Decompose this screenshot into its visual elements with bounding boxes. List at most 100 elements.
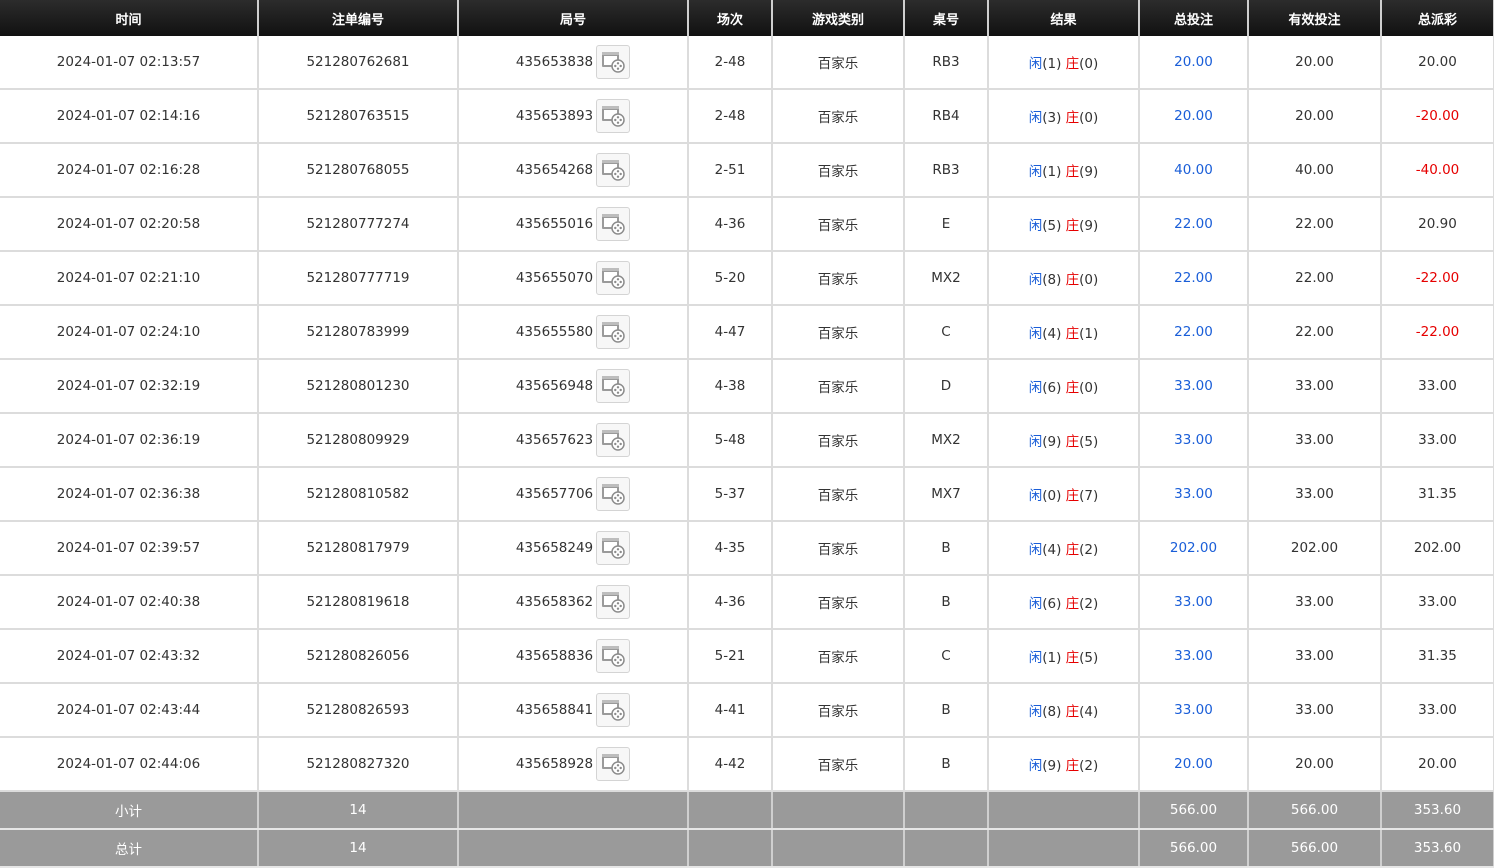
cell-total-bet[interactable]: 33.00	[1139, 413, 1249, 468]
video-replay-icon[interactable]	[596, 153, 631, 187]
video-replay-icon[interactable]	[596, 99, 631, 133]
cell-total-bet[interactable]: 33.00	[1139, 629, 1249, 684]
cell-shoe: 4-38	[688, 359, 773, 414]
cell-total-bet[interactable]: 33.00	[1139, 683, 1249, 738]
result-player-label: 闲	[1028, 434, 1043, 450]
cell-round-id: 435655580	[458, 305, 689, 360]
cell-total-bet[interactable]: 20.00	[1139, 737, 1249, 792]
video-replay-icon[interactable]	[596, 747, 631, 781]
table-row: 2024-01-07 02:43:32 521280826056 435658836…	[0, 629, 1494, 684]
cell-payout: 33.00	[1381, 575, 1494, 630]
cell-total-bet[interactable]: 22.00	[1139, 251, 1249, 306]
cell-shoe: 2-48	[688, 36, 773, 90]
cell-game: 百家乐	[772, 305, 905, 360]
video-replay-icon[interactable]	[596, 369, 631, 403]
result-player-score: (3)	[1042, 110, 1062, 126]
cell-total-bet[interactable]: 33.00	[1139, 575, 1249, 630]
header-table: 桌号	[904, 0, 989, 36]
result-banker-score: (0)	[1079, 110, 1099, 126]
cell-table: B	[904, 521, 989, 576]
cell-payout: 31.35	[1381, 629, 1494, 684]
cell-shoe: 4-42	[688, 737, 773, 792]
cell-total-bet[interactable]: 20.00	[1139, 89, 1249, 144]
cell-time: 2024-01-07 02:32:19	[0, 359, 259, 414]
video-replay-icon[interactable]	[596, 639, 631, 673]
cell-table: RB3	[904, 36, 989, 90]
result-player-label: 闲	[1028, 218, 1043, 234]
cell-result: 闲(8) 庄(4)	[988, 683, 1140, 738]
header-valid-bet: 有效投注	[1248, 0, 1382, 36]
video-replay-icon[interactable]	[596, 207, 631, 241]
subtotal-payout: 353.60	[1381, 791, 1494, 830]
header-round-id: 局号	[458, 0, 689, 36]
result-player-score: (4)	[1042, 542, 1062, 558]
cell-bet-id: 521280809929	[258, 413, 459, 468]
cell-result: 闲(6) 庄(0)	[988, 359, 1140, 414]
result-player-label: 闲	[1028, 542, 1043, 558]
cell-game: 百家乐	[772, 737, 905, 792]
header-game: 游戏类别	[772, 0, 905, 36]
result-player-score: (1)	[1042, 650, 1062, 666]
result-banker-label: 庄	[1065, 488, 1080, 504]
header-payout: 总派彩	[1381, 0, 1494, 36]
round-id-text: 435655070	[515, 270, 594, 286]
cell-total-bet[interactable]: 202.00	[1139, 521, 1249, 576]
cell-time: 2024-01-07 02:24:10	[0, 305, 259, 360]
video-replay-icon[interactable]	[596, 531, 631, 565]
video-replay-icon[interactable]	[596, 477, 631, 511]
result-banker-label: 庄	[1065, 56, 1080, 72]
cell-bet-id: 521280763515	[258, 89, 459, 144]
video-replay-icon[interactable]	[596, 693, 631, 727]
cell-bet-id: 521280783999	[258, 305, 459, 360]
result-player-label: 闲	[1028, 326, 1043, 342]
result-player-score: (9)	[1042, 434, 1062, 450]
result-banker-score: (7)	[1079, 488, 1099, 504]
cell-round-id: 435658928	[458, 737, 689, 792]
result-player-label: 闲	[1028, 596, 1043, 612]
cell-table: MX2	[904, 413, 989, 468]
result-banker-score: (0)	[1079, 272, 1099, 288]
cell-bet-id: 521280801230	[258, 359, 459, 414]
video-replay-icon[interactable]	[596, 423, 631, 457]
result-player-label: 闲	[1028, 704, 1043, 720]
result-player-score: (8)	[1042, 704, 1062, 720]
cell-round-id: 435658836	[458, 629, 689, 684]
cell-table: C	[904, 629, 989, 684]
result-banker-label: 庄	[1065, 542, 1080, 558]
cell-round-id: 435658841	[458, 683, 689, 738]
cell-bet-id: 521280827320	[258, 737, 459, 792]
round-id-text: 435653893	[515, 108, 594, 124]
cell-total-bet[interactable]: 22.00	[1139, 197, 1249, 252]
grand-total-valid-bet: 566.00	[1248, 829, 1382, 868]
cell-game: 百家乐	[772, 467, 905, 522]
cell-game: 百家乐	[772, 413, 905, 468]
result-banker-score: (1)	[1079, 326, 1099, 342]
cell-total-bet[interactable]: 33.00	[1139, 359, 1249, 414]
cell-game: 百家乐	[772, 359, 905, 414]
round-id-text: 435654268	[515, 162, 594, 178]
video-replay-icon[interactable]	[596, 45, 631, 79]
result-player-score: (6)	[1042, 380, 1062, 396]
cell-time: 2024-01-07 02:39:57	[0, 521, 259, 576]
table-row: 2024-01-07 02:39:57 521280817979 435658249…	[0, 521, 1494, 576]
subtotal-row: 小计 14 566.00 566.00 353.60	[0, 791, 1494, 830]
header-total-bet: 总投注	[1139, 0, 1249, 36]
cell-table: E	[904, 197, 989, 252]
result-player-score: (0)	[1042, 488, 1062, 504]
video-replay-icon[interactable]	[596, 585, 631, 619]
header-bet-id: 注单编号	[258, 0, 459, 36]
cell-result: 闲(6) 庄(2)	[988, 575, 1140, 630]
cell-table: RB3	[904, 143, 989, 198]
cell-total-bet[interactable]: 33.00	[1139, 467, 1249, 522]
cell-shoe: 5-37	[688, 467, 773, 522]
result-player-score: (9)	[1042, 758, 1062, 774]
cell-total-bet[interactable]: 40.00	[1139, 143, 1249, 198]
video-replay-icon[interactable]	[596, 261, 631, 295]
cell-table: D	[904, 359, 989, 414]
cell-total-bet[interactable]: 22.00	[1139, 305, 1249, 360]
grand-total-payout: 353.60	[1381, 829, 1494, 868]
cell-result: 闲(4) 庄(2)	[988, 521, 1140, 576]
cell-total-bet[interactable]: 20.00	[1139, 36, 1249, 90]
result-player-label: 闲	[1028, 650, 1043, 666]
video-replay-icon[interactable]	[596, 315, 631, 349]
